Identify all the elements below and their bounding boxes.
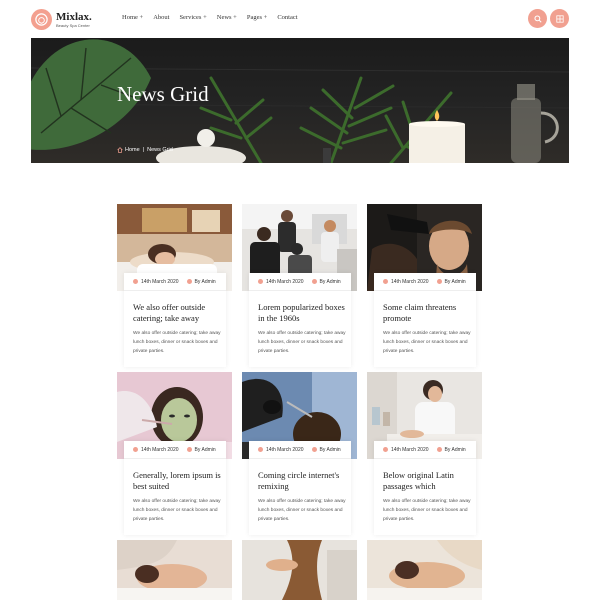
brand-tagline: Beauty Spa Center [56, 22, 90, 28]
post-meta: 14th March 2020 By Admin [124, 441, 226, 459]
post-title[interactable]: Some claim threatens promote [383, 302, 473, 324]
post-title[interactable]: We also offer outside catering; take awa… [133, 302, 223, 324]
calendar-icon [258, 447, 263, 452]
user-icon [186, 447, 192, 452]
page-title: News Grid [117, 82, 209, 106]
breadcrumb-separator: | [142, 147, 145, 153]
post-excerpt: We also offer outside catering; take awa… [383, 331, 471, 354]
news-card[interactable]: 14th March 2020 By Admin Generally, lore… [117, 372, 232, 535]
news-card[interactable] [117, 540, 232, 600]
post-meta: 14th March 2020 By Admin [249, 273, 351, 291]
post-meta: 14th March 2020 By Admin [374, 273, 476, 291]
nav-item-home[interactable]: Home + [122, 14, 143, 21]
nav-item-services[interactable]: Services + [179, 14, 206, 21]
user-icon [311, 447, 317, 452]
user-icon [436, 447, 442, 452]
home-icon [117, 147, 123, 153]
post-excerpt: We also offer outside catering; take awa… [383, 499, 471, 522]
calendar-icon [258, 279, 263, 284]
nav-item-contact[interactable]: Contact [277, 14, 297, 21]
calendar-icon [133, 279, 138, 284]
breadcrumb-home-link[interactable]: Home [125, 147, 140, 153]
news-card[interactable] [242, 540, 357, 600]
news-card[interactable]: 14th March 2020 By Admin We also offer o… [117, 204, 232, 367]
post-thumbnail-image[interactable] [367, 540, 482, 600]
user-icon [436, 279, 442, 284]
post-card-body: 14th March 2020 By Admin Coming circle i… [249, 441, 351, 535]
post-date: 14th March 2020 [266, 446, 304, 453]
post-thumbnail-image[interactable] [117, 540, 232, 600]
news-card[interactable]: 14th March 2020 By Admin Coming circle i… [242, 372, 357, 535]
news-card[interactable]: 14th March 2020 By Admin Below original … [367, 372, 482, 535]
post-author[interactable]: By Admin [445, 279, 466, 285]
post-title[interactable]: Lorem popularized boxes in the 1960s [258, 302, 348, 324]
logo[interactable]: Mixlax. Beauty Spa Center [31, 9, 92, 30]
search-button[interactable] [528, 9, 547, 28]
post-date: 14th March 2020 [391, 446, 429, 453]
post-date: 14th March 2020 [141, 278, 179, 285]
calendar-icon [383, 279, 388, 284]
nav-item-about[interactable]: About [153, 14, 169, 21]
post-meta: 14th March 2020 By Admin [124, 273, 226, 291]
user-icon [186, 279, 192, 284]
post-author[interactable]: By Admin [195, 447, 216, 453]
post-date: 14th March 2020 [266, 278, 304, 285]
news-card[interactable] [367, 540, 482, 600]
post-excerpt: We also offer outside catering; take awa… [258, 499, 346, 522]
post-title[interactable]: Below original Latin passages which [383, 470, 473, 492]
post-author[interactable]: By Admin [445, 447, 466, 453]
nav-item-pages[interactable]: Pages + [247, 14, 267, 21]
grid-menu-icon [555, 14, 564, 23]
post-thumbnail-image[interactable] [242, 540, 357, 600]
post-author[interactable]: By Admin [195, 279, 216, 285]
page-hero-banner: News Grid Home | News Grid [31, 38, 569, 163]
brand-name: Mixlax. [56, 10, 92, 23]
breadcrumb: Home | News Grid [117, 147, 173, 153]
post-author[interactable]: By Admin [320, 279, 341, 285]
calendar-icon [383, 447, 388, 452]
menu-button[interactable] [550, 9, 569, 28]
post-meta: 14th March 2020 By Admin [374, 441, 476, 459]
news-card[interactable]: 14th March 2020 By Admin Lorem populariz… [242, 204, 357, 367]
post-card-body: 14th March 2020 By Admin Lorem populariz… [249, 273, 351, 367]
post-date: 14th March 2020 [141, 446, 179, 453]
main-nav: Home + About Services + News + Pages + C… [122, 14, 308, 21]
breadcrumb-current: News Grid [147, 147, 173, 153]
calendar-icon [133, 447, 138, 452]
post-title[interactable]: Generally, lorem ipsum is best suited [133, 470, 223, 492]
search-icon [533, 14, 542, 23]
post-card-body: 14th March 2020 By Admin Below original … [374, 441, 476, 535]
nav-item-news[interactable]: News + [217, 14, 237, 21]
site-header: Mixlax. Beauty Spa Center Home + About S… [0, 0, 600, 38]
news-card[interactable]: 14th March 2020 By Admin Some claim thre… [367, 204, 482, 367]
post-date: 14th March 2020 [391, 278, 429, 285]
post-card-body: 14th March 2020 By Admin Generally, lore… [124, 441, 226, 535]
post-excerpt: We also offer outside catering; take awa… [133, 331, 221, 354]
user-icon [311, 279, 317, 284]
hero-background-image [31, 39, 569, 163]
post-author[interactable]: By Admin [320, 447, 341, 453]
post-card-body: 14th March 2020 By Admin We also offer o… [124, 273, 226, 367]
post-card-body: 14th March 2020 By Admin Some claim thre… [374, 273, 476, 367]
post-meta: 14th March 2020 By Admin [249, 441, 351, 459]
post-excerpt: We also offer outside catering; take awa… [133, 499, 221, 522]
post-title[interactable]: Coming circle internet's remixing [258, 470, 348, 492]
logo-mark-icon [31, 9, 52, 30]
post-excerpt: We also offer outside catering; take awa… [258, 331, 346, 354]
